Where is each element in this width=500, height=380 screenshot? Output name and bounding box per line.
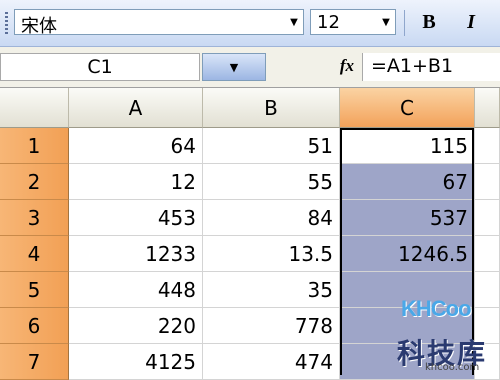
font-size-value: 12 xyxy=(317,12,340,33)
cell-a4[interactable]: 1233 xyxy=(69,236,203,272)
formula-bar: C1 ▼ fx =A1+B1 xyxy=(0,47,500,88)
chevron-down-icon: ▼ xyxy=(229,60,239,74)
cell-d4[interactable] xyxy=(475,236,500,272)
select-all-corner[interactable] xyxy=(0,88,69,128)
cell-d1[interactable] xyxy=(475,128,500,164)
font-name-combo[interactable]: 宋体 ▼ xyxy=(14,9,304,37)
row-header[interactable]: 5 xyxy=(0,272,69,308)
cell-b4[interactable]: 13.5 xyxy=(203,236,340,272)
cell-a3[interactable]: 453 xyxy=(69,200,203,236)
cell-c3[interactable]: 537 xyxy=(340,200,475,236)
row-header[interactable]: 4 xyxy=(0,236,69,272)
cell-a1[interactable]: 64 xyxy=(69,128,203,164)
column-header-a[interactable]: A xyxy=(69,88,203,128)
font-size-combo[interactable]: 12 ▼ xyxy=(310,9,396,35)
chevron-down-icon[interactable]: ▼ xyxy=(377,10,395,34)
row-header[interactable]: 2 xyxy=(0,164,69,200)
cell-b6[interactable]: 778 xyxy=(203,308,340,344)
cell-b3[interactable]: 84 xyxy=(203,200,340,236)
font-name-value: 宋体 xyxy=(21,16,57,37)
name-box-dropdown-button[interactable]: ▼ xyxy=(202,53,266,81)
bold-button[interactable]: B xyxy=(416,9,442,35)
insert-function-icon[interactable]: fx xyxy=(340,56,354,76)
row-header[interactable]: 1 xyxy=(0,128,69,164)
cell-c2[interactable]: 67 xyxy=(340,164,475,200)
column-header-d[interactable] xyxy=(475,88,500,128)
cell-a2[interactable]: 12 xyxy=(69,164,203,200)
italic-button[interactable]: I xyxy=(458,9,484,35)
cell-c1[interactable]: 115 xyxy=(340,128,475,164)
cell-d3[interactable] xyxy=(475,200,500,236)
cell-c4[interactable]: 1246.5 xyxy=(340,236,475,272)
cell-b5[interactable]: 35 xyxy=(203,272,340,308)
watermark-logo: KHCoo 科技库 khcoo.com xyxy=(395,296,498,374)
cell-a5[interactable]: 448 xyxy=(69,272,203,308)
name-box[interactable]: C1 xyxy=(0,53,200,81)
formula-text: =A1+B1 xyxy=(371,55,454,77)
name-box-value: C1 xyxy=(87,56,113,78)
cell-b2[interactable]: 55 xyxy=(203,164,340,200)
watermark-url: khcoo.com xyxy=(425,362,480,373)
column-header-b[interactable]: B xyxy=(203,88,340,128)
row-header[interactable]: 3 xyxy=(0,200,69,236)
chevron-down-icon[interactable]: ▼ xyxy=(285,10,303,34)
cell-d2[interactable] xyxy=(475,164,500,200)
toolbar-grip-handle[interactable] xyxy=(5,12,8,36)
cell-a6[interactable]: 220 xyxy=(69,308,203,344)
column-header-c[interactable]: C xyxy=(340,88,475,128)
row-header[interactable]: 6 xyxy=(0,308,69,344)
watermark-brand: KHCoo xyxy=(401,296,472,321)
cell-b1[interactable]: 51 xyxy=(203,128,340,164)
formula-input[interactable]: =A1+B1 xyxy=(362,53,500,81)
fx-area: fx xyxy=(266,53,360,81)
formatting-toolbar: 宋体 ▼ 12 ▼ B I xyxy=(0,0,500,47)
toolbar-separator xyxy=(404,10,405,36)
